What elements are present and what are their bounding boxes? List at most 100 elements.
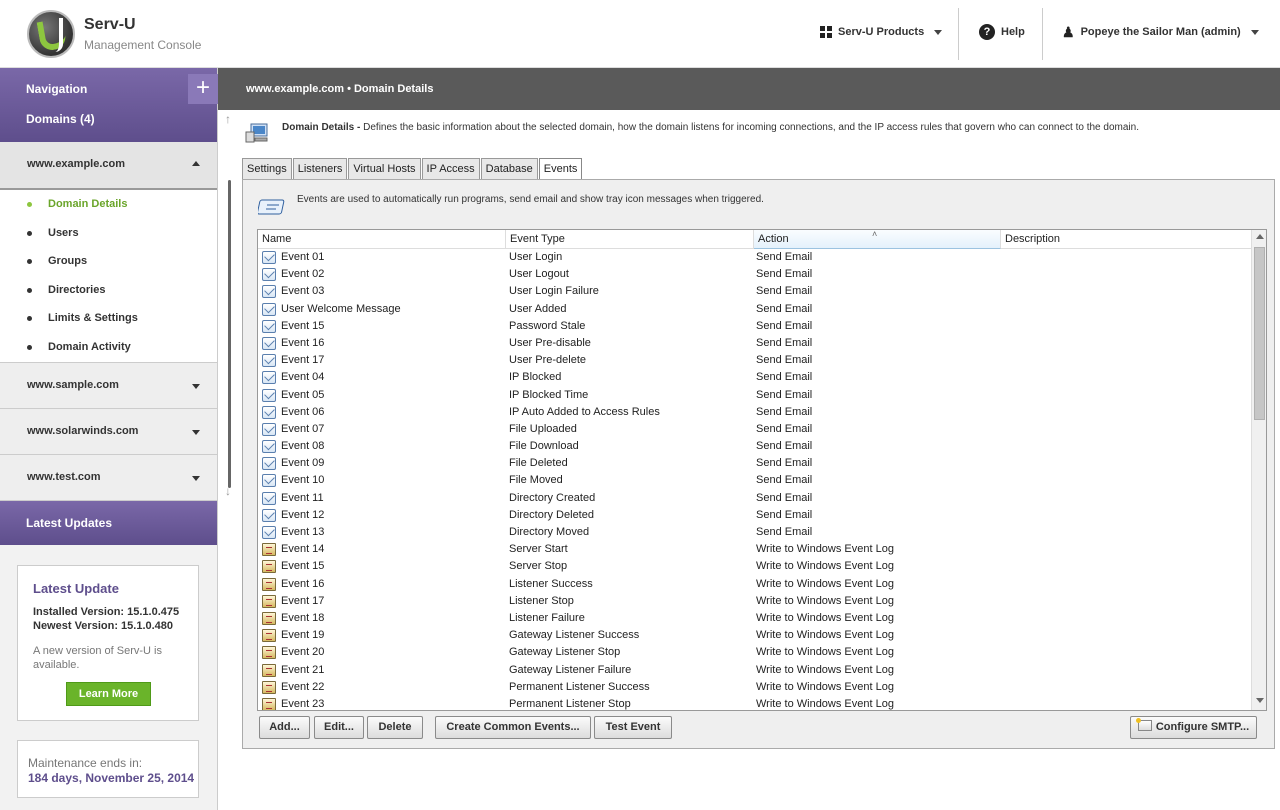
table-row[interactable]: Event 15 Server Stop Write to Windows Even… xyxy=(258,558,1251,575)
table-row[interactable]: Event 19 Gateway Listener Success Write to… xyxy=(258,627,1251,644)
column-header-name[interactable]: Name xyxy=(258,230,506,249)
domain-sample[interactable]: www.sample.com xyxy=(0,362,217,409)
chevron-down-icon xyxy=(192,475,200,481)
domain-example[interactable]: www.example.com xyxy=(0,142,217,190)
cell-event-type: File Uploaded xyxy=(509,422,577,435)
table-row[interactable]: Event 16 User Pre-disable Send Email xyxy=(258,335,1251,352)
table-row[interactable]: Event 05 IP Blocked Time Send Email xyxy=(258,387,1251,404)
table-row[interactable]: Event 13 Directory Moved Send Email xyxy=(258,524,1251,541)
table-row[interactable]: Event 02 User Logout Send Email xyxy=(258,266,1251,283)
bullet-icon xyxy=(27,287,32,293)
scroll-down-icon[interactable] xyxy=(1256,698,1264,703)
arrow-down-icon: ↓ xyxy=(225,484,231,498)
table-row[interactable]: Event 20 Gateway Listener Stop Write to Wi… xyxy=(258,644,1251,661)
cell-event-type: Listener Success xyxy=(509,577,593,590)
app-header: Serv-U Management Console Serv-U Product… xyxy=(0,0,1280,68)
table-row[interactable]: Event 03 User Login Failure Send Email xyxy=(258,283,1251,300)
cell-action: Send Email xyxy=(756,388,813,401)
header-divider xyxy=(1042,8,1043,60)
table-row[interactable]: Event 12 Directory Deleted Send Email xyxy=(258,507,1251,524)
cell-name: Event 13 xyxy=(281,526,325,538)
description-title: Domain Details - xyxy=(282,122,361,133)
chevron-down-icon xyxy=(192,429,200,435)
envelope-icon xyxy=(262,251,276,264)
event-log-icon xyxy=(262,577,276,591)
table-row[interactable]: Event 11 Directory Created Send Email xyxy=(258,490,1251,507)
user-menu[interactable]: ♟ Popeye the Sailor Man (admin) xyxy=(1062,22,1259,42)
event-log-icon xyxy=(262,646,276,660)
cell-action: Write to Windows Event Log xyxy=(756,629,894,642)
table-row[interactable]: Event 17 Listener Stop Write to Windows Ev… xyxy=(258,593,1251,610)
cell-event-type: Permanent Listener Stop xyxy=(509,697,631,710)
cell-name: Event 23 xyxy=(281,697,325,710)
configure-smtp-button[interactable]: Configure SMTP... xyxy=(1130,716,1257,739)
help-link[interactable]: ? Help xyxy=(979,22,1025,42)
delete-button[interactable]: Delete xyxy=(367,716,423,739)
test-event-button[interactable]: Test Event xyxy=(594,716,672,739)
column-header-event-type[interactable]: Event Type xyxy=(506,230,754,249)
scroll-up-icon[interactable] xyxy=(1256,234,1264,239)
tab-virtual-hosts[interactable]: Virtual Hosts xyxy=(348,158,421,179)
subnav-directories[interactable]: Directories xyxy=(0,276,217,305)
domains-count[interactable]: Domains (4) xyxy=(26,112,95,126)
table-row[interactable]: Event 14 Server Start Write to Windows Eve… xyxy=(258,541,1251,558)
cell-event-type: User Pre-disable xyxy=(509,336,591,349)
subnav-domain-details[interactable]: Domain Details xyxy=(0,190,217,219)
subnav-users[interactable]: Users xyxy=(0,219,217,248)
cell-event-type: User Pre-delete xyxy=(509,354,587,367)
cell-event-type: IP Auto Added to Access Rules xyxy=(509,405,660,418)
table-row[interactable]: User Welcome Message User Added Send Email xyxy=(258,301,1251,318)
cell-name: Event 16 xyxy=(281,336,325,349)
cell-event-type: User Login xyxy=(509,251,563,263)
tab-listeners[interactable]: Listeners xyxy=(292,158,348,179)
learn-more-button[interactable]: Learn More xyxy=(66,682,151,706)
sidebar-scrollbar[interactable]: ↑ ↓ xyxy=(222,112,236,502)
column-header-description[interactable]: Description xyxy=(1001,230,1251,249)
column-header-action[interactable]: ˄ Action xyxy=(754,230,1001,249)
scroll-track[interactable] xyxy=(228,180,231,488)
subnav-groups[interactable]: Groups xyxy=(0,247,217,276)
help-label: Help xyxy=(1001,26,1025,38)
event-log-icon xyxy=(262,697,276,710)
scroll-thumb[interactable] xyxy=(1254,247,1265,420)
sidebar: Navigation + Domains (4) www.example.com… xyxy=(0,68,218,810)
domain-label: www.example.com xyxy=(27,158,126,170)
event-log-icon xyxy=(262,594,276,608)
cell-event-type: User Logout xyxy=(509,268,569,281)
table-row[interactable]: Event 23 Permanent Listener Stop Write to … xyxy=(258,696,1251,710)
table-row[interactable]: Event 15 Password Stale Send Email xyxy=(258,318,1251,335)
subnav-limits-settings[interactable]: Limits & Settings xyxy=(0,304,217,333)
tab-ip-access[interactable]: IP Access xyxy=(421,158,480,179)
tab-events[interactable]: Events xyxy=(538,158,583,180)
table-row[interactable]: Event 18 Listener Failure Write to Windows… xyxy=(258,610,1251,627)
subnav-domain-activity[interactable]: Domain Activity xyxy=(0,333,217,362)
cell-action: Send Email xyxy=(756,354,813,367)
table-row[interactable]: Event 21 Gateway Listener Failure Write to… xyxy=(258,662,1251,679)
table-row[interactable]: Event 06 IP Auto Added to Access Rules Sen… xyxy=(258,404,1251,421)
latest-updates-header: Latest Updates xyxy=(0,500,217,545)
tab-settings[interactable]: Settings xyxy=(242,158,292,179)
cell-name: Event 11 xyxy=(281,491,324,504)
table-row[interactable]: Event 22 Permanent Listener Success Write … xyxy=(258,679,1251,696)
create-common-events-button[interactable]: Create Common Events... xyxy=(435,716,591,739)
table-row[interactable]: Event 07 File Uploaded Send Email xyxy=(258,421,1251,438)
cell-event-type: Gateway Listener Failure xyxy=(509,663,632,676)
table-row[interactable]: Event 04 IP Blocked Send Email xyxy=(258,369,1251,386)
products-menu[interactable]: Serv-U Products xyxy=(820,22,943,42)
chevron-down-icon xyxy=(934,29,943,35)
table-row[interactable]: Event 08 File Download Send Email xyxy=(258,438,1251,455)
edit-button[interactable]: Edit... xyxy=(314,716,364,739)
table-row[interactable]: Event 10 File Moved Send Email xyxy=(258,472,1251,489)
table-row[interactable]: Event 16 Listener Success Write to Windows… xyxy=(258,576,1251,593)
cell-action: Write to Windows Event Log xyxy=(756,680,894,693)
add-button[interactable]: Add... xyxy=(259,716,310,739)
table-scrollbar[interactable] xyxy=(1251,230,1266,710)
tab-database[interactable]: Database xyxy=(480,158,538,179)
domain-solarwinds[interactable]: www.solarwinds.com xyxy=(0,408,217,455)
table-row[interactable]: Event 01 User Login Send Email xyxy=(258,249,1251,266)
event-log-icon xyxy=(262,543,276,557)
table-row[interactable]: Event 09 File Deleted Send Email xyxy=(258,455,1251,472)
domain-test[interactable]: www.test.com xyxy=(0,454,217,501)
add-domain-button[interactable]: + xyxy=(188,74,218,104)
table-row[interactable]: Event 17 User Pre-delete Send Email xyxy=(258,352,1251,369)
